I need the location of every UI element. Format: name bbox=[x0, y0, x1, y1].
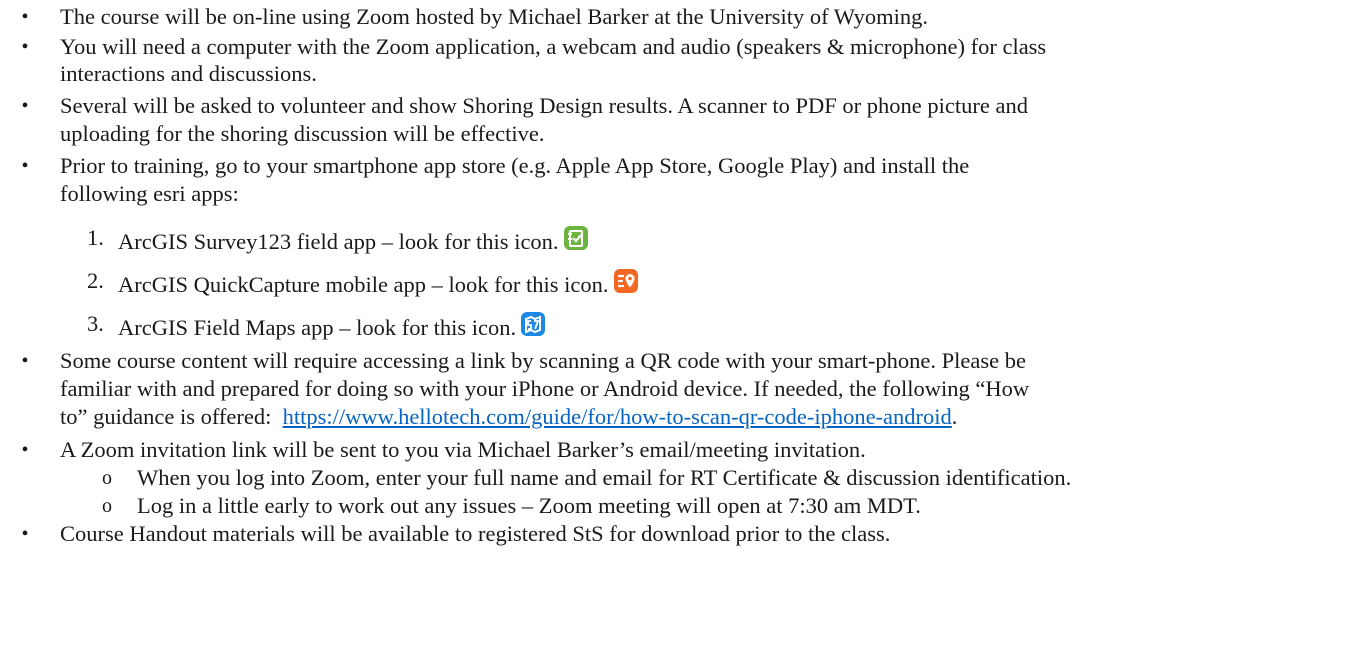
bullet-marker: • bbox=[21, 6, 29, 28]
app-item-text: ArcGIS QuickCapture mobile app – look fo… bbox=[118, 272, 609, 297]
qr-guide-link[interactable]: https://www.hellotech.com/guide/for/how-… bbox=[283, 404, 952, 429]
list-item-text: familiar with and prepared for doing so … bbox=[60, 376, 1030, 401]
list-item-text: Course Handout materials will be availab… bbox=[60, 521, 891, 546]
course-requirements-list: • The course will be on-line using Zoom … bbox=[0, 0, 1369, 652]
list-item-text: The course will be on-line using Zoom ho… bbox=[60, 4, 929, 29]
list-item-text: Several will be asked to volunteer and s… bbox=[60, 93, 1028, 118]
app-item-text: ArcGIS Field Maps app – look for this ic… bbox=[118, 315, 517, 340]
list-item-text: A Zoom invitation link will be sent to y… bbox=[60, 437, 866, 462]
field-maps-icon bbox=[520, 311, 546, 343]
sub-list-item-text: When you log into Zoom, enter your full … bbox=[137, 465, 1072, 490]
list-item-text: Some course content will require accessi… bbox=[60, 348, 1026, 373]
bullet-marker: • bbox=[21, 523, 29, 545]
bullet-marker: • bbox=[21, 95, 29, 117]
sub-list-item-text: Log in a little early to work out any is… bbox=[137, 493, 921, 518]
bullet-marker: • bbox=[21, 350, 29, 372]
list-item-text: uploading for the shoring discussion wil… bbox=[60, 121, 545, 146]
list-item-text: interactions and discussions. bbox=[60, 61, 317, 86]
list-item-text: to” guidance is offered: bbox=[60, 404, 272, 429]
quickcapture-icon bbox=[613, 268, 639, 300]
app-item-text: ArcGIS Survey123 field app – look for th… bbox=[118, 229, 559, 254]
bullet-marker: • bbox=[21, 36, 29, 58]
bullet-marker: • bbox=[21, 155, 29, 177]
sub-bullet-marker: o bbox=[102, 467, 112, 489]
list-item-text: following esri apps: bbox=[60, 181, 239, 206]
bullet-marker: • bbox=[21, 439, 29, 461]
sub-bullet-marker: o bbox=[102, 495, 112, 517]
list-item-text: You will need a computer with the Zoom a… bbox=[60, 34, 1047, 59]
survey123-icon bbox=[563, 225, 589, 257]
list-item-text: Prior to training, go to your smartphone… bbox=[60, 153, 970, 178]
